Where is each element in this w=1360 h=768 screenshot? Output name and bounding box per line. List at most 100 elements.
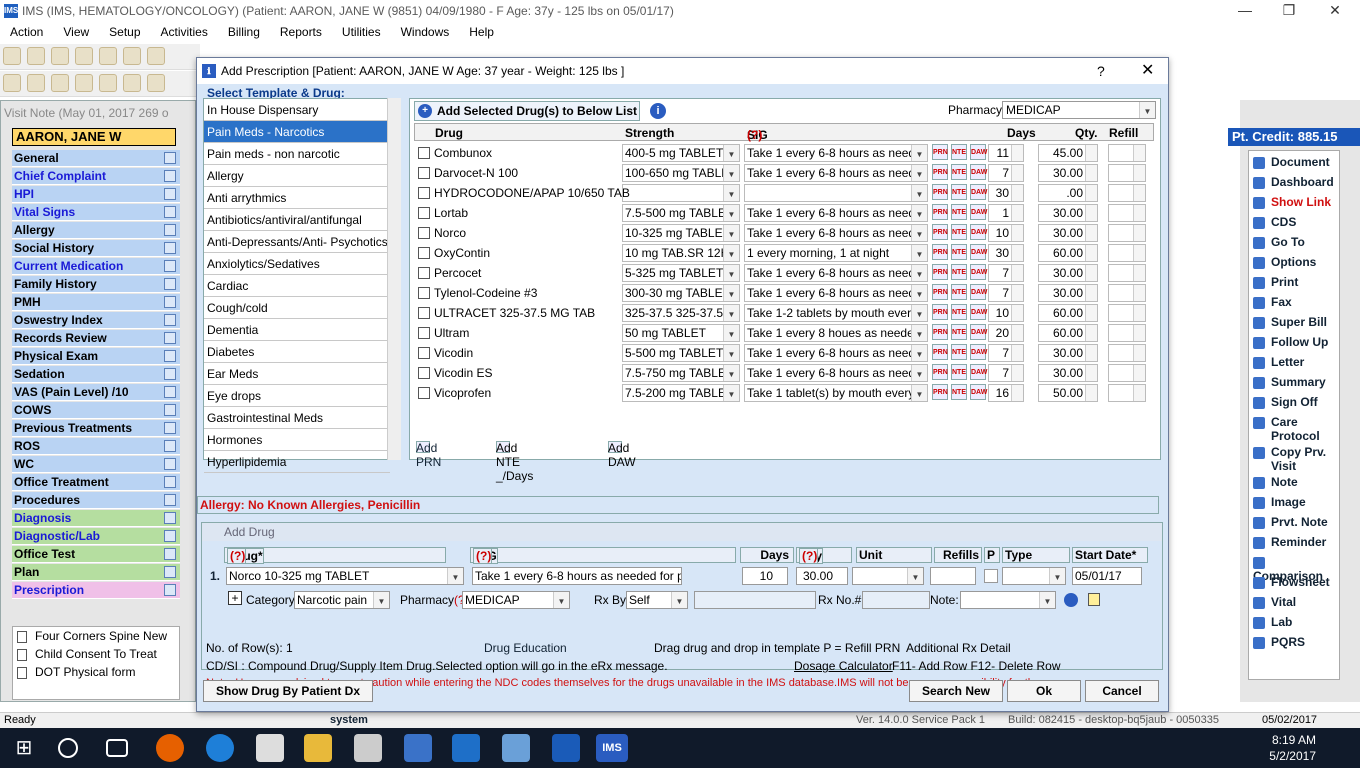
app-icon[interactable]: [404, 734, 432, 762]
prn-icon[interactable]: PRN: [932, 264, 948, 280]
toolbar-icon[interactable]: [51, 47, 69, 65]
visit-section-item[interactable]: ROS: [12, 438, 180, 455]
pharmacy-select[interactable]: MEDICAP: [1002, 101, 1156, 119]
visit-section-item[interactable]: Records Review: [12, 330, 180, 347]
start-date-input[interactable]: 05/01/17: [1072, 567, 1142, 585]
days-input[interactable]: 1: [988, 204, 1024, 222]
section-edit-icon[interactable]: [164, 404, 176, 416]
qty-input[interactable]: 60.00: [1038, 304, 1098, 322]
spinner-icon[interactable]: [1085, 245, 1097, 261]
template-item[interactable]: Pain meds - non narcotic: [204, 143, 390, 165]
additional-rx-link[interactable]: Additional Rx Detail: [906, 641, 1011, 655]
spinner-icon[interactable]: [1085, 225, 1097, 241]
qty-input[interactable]: 50.00: [1038, 384, 1098, 402]
visit-section-item[interactable]: Diagnostic/Lab: [12, 528, 180, 545]
prn-icon[interactable]: PRN: [932, 364, 948, 380]
template-item[interactable]: Eye drops: [204, 385, 390, 407]
toolbar-icon[interactable]: [51, 74, 69, 92]
section-edit-icon[interactable]: [164, 260, 176, 272]
sig-help[interactable]: (?): [473, 548, 493, 564]
drug-education-link[interactable]: Drug Education: [484, 641, 567, 655]
sig-select[interactable]: Take 1 every 6-8 hours as needed: [744, 364, 928, 382]
section-edit-icon[interactable]: [164, 566, 176, 578]
refill-input[interactable]: [1108, 184, 1146, 202]
prn-icon[interactable]: PRN: [932, 244, 948, 260]
spinner-icon[interactable]: [1085, 325, 1097, 341]
right-link[interactable]: CDS: [1253, 215, 1296, 229]
spinner-icon[interactable]: [1011, 165, 1023, 181]
spinner-icon[interactable]: [1085, 345, 1097, 361]
file-explorer-icon[interactable]: [304, 734, 332, 762]
section-edit-icon[interactable]: [164, 458, 176, 470]
refill-input[interactable]: [1108, 304, 1146, 322]
refresh-icon[interactable]: [1064, 593, 1078, 607]
days-input[interactable]: 7: [988, 344, 1024, 362]
toolbar-icon[interactable]: [123, 47, 141, 65]
sig-help[interactable]: (?): [747, 128, 762, 142]
days-input[interactable]: 20: [988, 324, 1024, 342]
refill-input[interactable]: [1108, 324, 1146, 342]
sig-select[interactable]: Take 1 every 6-8 hours as needed: [744, 164, 928, 182]
visit-section-item[interactable]: Vital Signs: [12, 204, 180, 221]
section-edit-icon[interactable]: [164, 188, 176, 200]
section-edit-icon[interactable]: [164, 152, 176, 164]
sig-input[interactable]: Take 1 every 6-8 hours as needed for p: [472, 567, 682, 585]
menu-item[interactable]: Action: [0, 22, 53, 42]
refill-input[interactable]: [1108, 364, 1146, 382]
spinner-icon[interactable]: [1085, 385, 1097, 401]
spinner-icon[interactable]: [1133, 365, 1145, 381]
refill-input[interactable]: [1108, 284, 1146, 302]
toolbar-icon[interactable]: [75, 47, 93, 65]
strength-select[interactable]: 5-325 mg TABLET: [622, 264, 740, 282]
qty-input[interactable]: 45.00: [1038, 144, 1098, 162]
cancel-button[interactable]: Cancel: [1085, 680, 1159, 702]
refill-input[interactable]: [1108, 244, 1146, 262]
visit-section-item[interactable]: Family History: [12, 276, 180, 293]
spinner-icon[interactable]: [1085, 185, 1097, 201]
right-link[interactable]: Go To: [1253, 235, 1305, 249]
template-item[interactable]: Anxiolytics/Sedatives: [204, 253, 390, 275]
daw-icon[interactable]: DAW: [970, 244, 987, 260]
sig-select[interactable]: Take 1 every 6-8 hours as needed: [744, 284, 928, 302]
visit-section-item[interactable]: Procedures: [12, 492, 180, 509]
toolbar-icon[interactable]: [27, 47, 45, 65]
dialog-help-button[interactable]: ?: [1097, 58, 1105, 84]
template-item[interactable]: Dementia: [204, 319, 390, 341]
toolbar-icon[interactable]: [147, 47, 165, 65]
sig-select[interactable]: Take 1-2 tablets by mouth every 4: [744, 304, 928, 322]
right-link[interactable]: Image: [1253, 495, 1306, 509]
right-link[interactable]: Follow Up: [1253, 335, 1328, 349]
dialog-close-button[interactable]: ✕: [1141, 58, 1154, 84]
section-edit-icon[interactable]: [164, 224, 176, 236]
refills-input[interactable]: [930, 567, 976, 585]
days-input[interactable]: 10: [988, 224, 1024, 242]
days-input[interactable]: 11: [988, 144, 1024, 162]
menu-item[interactable]: Billing: [218, 22, 270, 42]
dosage-calculator-link[interactable]: Dosage Calculator: [794, 659, 893, 673]
spinner-icon[interactable]: [1085, 305, 1097, 321]
section-edit-icon[interactable]: [164, 314, 176, 326]
days-input[interactable]: 10: [988, 304, 1024, 322]
search-icon[interactable]: [58, 738, 78, 758]
menu-item[interactable]: Help: [459, 22, 504, 42]
refill-input[interactable]: [1108, 204, 1146, 222]
daw-icon[interactable]: DAW: [970, 184, 987, 200]
visit-section-item[interactable]: Office Test: [12, 546, 180, 563]
qty-input[interactable]: 30.00: [1038, 224, 1098, 242]
drug-checkbox[interactable]: [418, 227, 430, 239]
spinner-icon[interactable]: [1085, 165, 1097, 181]
section-edit-icon[interactable]: [164, 386, 176, 398]
qty-input[interactable]: 30.00: [796, 567, 848, 585]
visit-section-item[interactable]: Oswestry Index: [12, 312, 180, 329]
drug-checkbox[interactable]: [418, 147, 430, 159]
show-drug-by-dx-button[interactable]: Show Drug By Patient Dx: [203, 680, 373, 702]
sig-select[interactable]: 1 every morning, 1 at night: [744, 244, 928, 262]
sig-select[interactable]: [744, 184, 928, 202]
qty-input[interactable]: 30.00: [1038, 204, 1098, 222]
section-edit-icon[interactable]: [164, 584, 176, 596]
toolbar-icon[interactable]: [99, 74, 117, 92]
template-item[interactable]: Gastrointestinal Meds: [204, 407, 390, 429]
drug-checkbox[interactable]: [418, 267, 430, 279]
sig-select[interactable]: Take 1 every 6-8 hours as needed: [744, 204, 928, 222]
template-item[interactable]: Cardiac: [204, 275, 390, 297]
